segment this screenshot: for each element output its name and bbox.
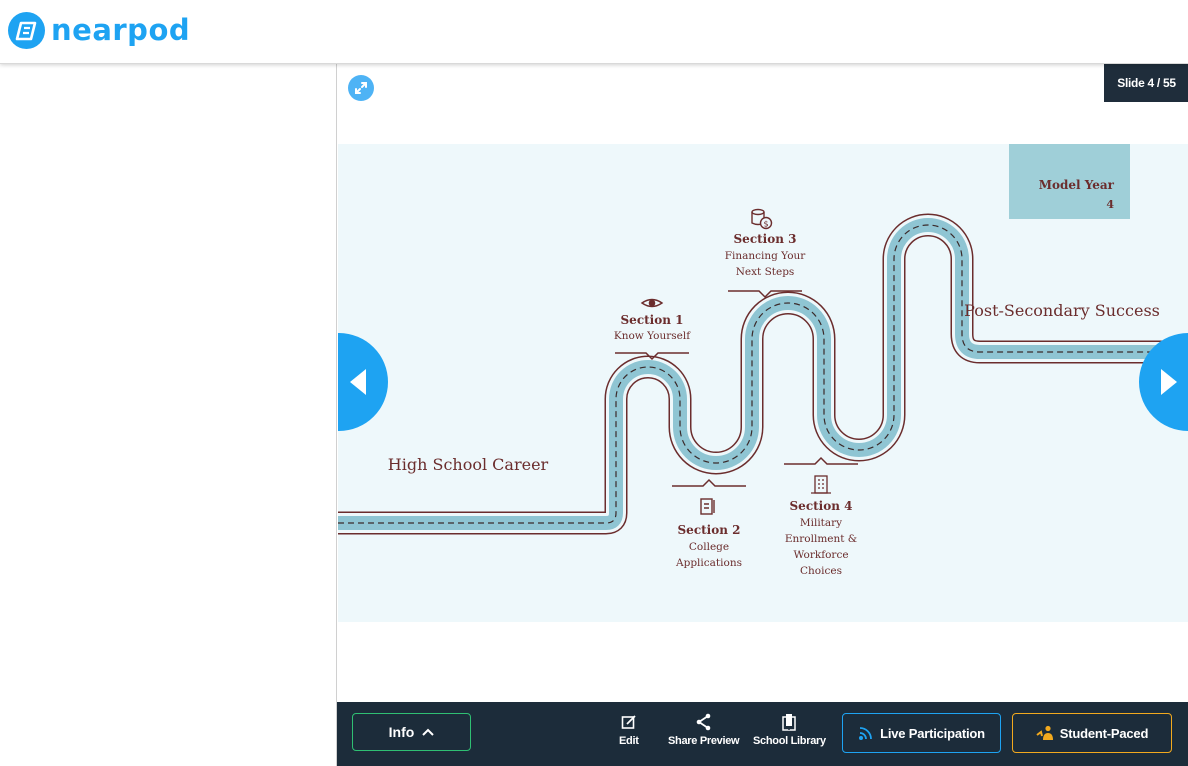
arrow-right-icon bbox=[1161, 369, 1177, 395]
live-participation-label: Live Participation bbox=[880, 725, 985, 741]
start-label: High School Career bbox=[388, 455, 549, 474]
slide-graphic: $ Model Year 4 High School Career Post-S… bbox=[338, 144, 1188, 577]
section-3-line: Financing Your bbox=[725, 250, 807, 262]
top-bar: nearpod bbox=[0, 0, 1188, 64]
section-1-line: Know Yourself bbox=[614, 330, 691, 342]
section-3-line: Next Steps bbox=[736, 266, 795, 278]
bottom-toolbar: Info Edit Share Preview School Library L… bbox=[337, 702, 1188, 766]
edit-button[interactable]: Edit bbox=[619, 712, 639, 747]
slide-counter: Slide 4 / 55 bbox=[1104, 64, 1188, 102]
model-year-line1: Model Year bbox=[1039, 178, 1115, 192]
edit-label: Edit bbox=[619, 735, 639, 747]
info-label: Info bbox=[388, 724, 415, 740]
logo-text: nearpod bbox=[51, 13, 191, 47]
section-1-title: Section 1 bbox=[621, 313, 684, 327]
coins-icon: $ bbox=[751, 208, 773, 230]
building-icon bbox=[811, 475, 831, 494]
section-4-title: Section 4 bbox=[790, 499, 853, 513]
library-icon bbox=[781, 712, 797, 732]
share-icon bbox=[696, 712, 712, 732]
slide-canvas: $ Model Year 4 High School Career Post-S… bbox=[338, 144, 1188, 622]
model-year-line2: 4 bbox=[1106, 198, 1114, 211]
chevron-up-icon bbox=[422, 728, 435, 736]
presentation-stage: Slide 4 / 55 $ Model Year 4 High School … bbox=[336, 64, 1188, 766]
section-2-line: College bbox=[689, 541, 729, 553]
svg-text:$: $ bbox=[764, 220, 769, 229]
section-2-title: Section 2 bbox=[678, 523, 741, 537]
section-4-line: Workforce bbox=[793, 549, 848, 561]
expand-icon[interactable] bbox=[348, 75, 374, 101]
nearpod-logo[interactable]: nearpod bbox=[8, 12, 190, 49]
library-label: School Library bbox=[753, 735, 826, 747]
share-label: Share Preview bbox=[668, 735, 740, 747]
section-4-line: Military bbox=[800, 517, 842, 529]
eye-icon bbox=[640, 298, 664, 308]
section-4-line: Enrollment & bbox=[785, 533, 857, 545]
section-3-title: Section 3 bbox=[734, 232, 797, 246]
section-4-line: Choices bbox=[800, 565, 842, 577]
section-2-line: Applications bbox=[675, 557, 742, 569]
live-participation-button[interactable]: Live Participation bbox=[842, 713, 1001, 753]
broadcast-icon bbox=[859, 727, 873, 740]
student-paced-label: Student-Paced bbox=[1059, 725, 1149, 741]
school-library-button[interactable]: School Library bbox=[753, 712, 826, 747]
edit-icon bbox=[621, 712, 637, 732]
end-label: Post-Secondary Success bbox=[964, 301, 1160, 320]
document-icon bbox=[700, 498, 715, 515]
info-button[interactable]: Info bbox=[352, 713, 471, 751]
share-preview-button[interactable]: Share Preview bbox=[668, 712, 740, 747]
nearpod-logo-icon bbox=[8, 12, 45, 49]
student-paced-button[interactable]: Student-Paced bbox=[1012, 713, 1172, 753]
student-paced-icon bbox=[1036, 725, 1053, 740]
arrow-left-icon bbox=[350, 369, 366, 395]
